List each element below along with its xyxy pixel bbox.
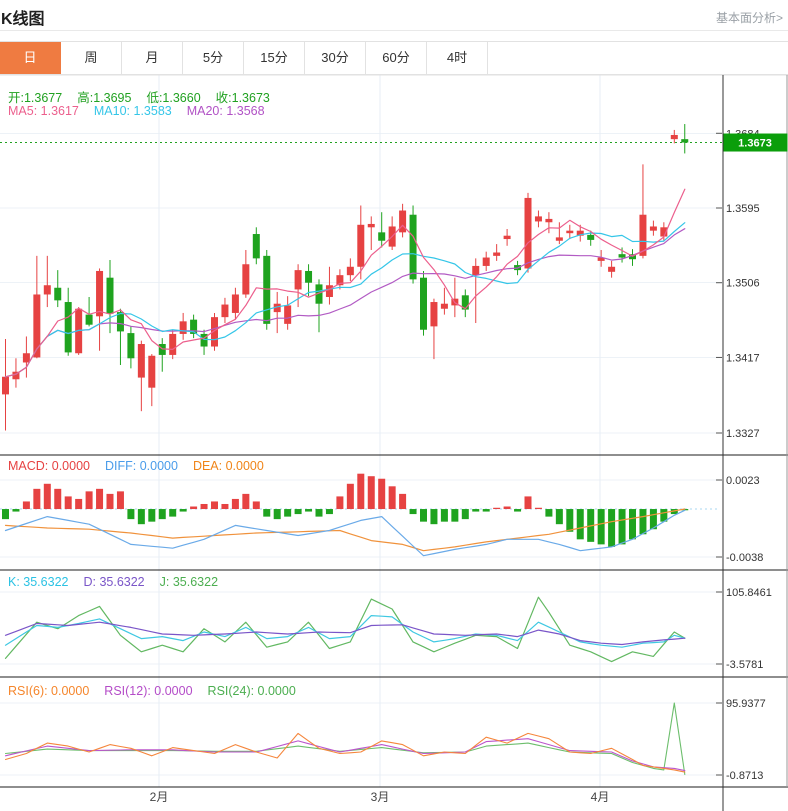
rsi-readout-item: RSI(12): 0.0000 — [104, 684, 193, 698]
svg-text:105.8461: 105.8461 — [726, 587, 772, 599]
macd-readout: MACD: 0.0000 DIFF: 0.0000 DEA: 0.0000 — [8, 459, 264, 473]
kdj-readout-item: D: 35.6322 — [83, 575, 145, 589]
tab-daily[interactable]: 日 — [0, 42, 61, 74]
ma-readout: MA5: 1.3617 MA10: 1.3583 MA20: 1.3568 — [8, 104, 265, 118]
tab-15min[interactable]: 15分 — [244, 42, 305, 74]
tab-5min[interactable]: 5分 — [183, 42, 244, 74]
svg-text:1.3327: 1.3327 — [726, 428, 760, 440]
tab-30min[interactable]: 30分 — [305, 42, 366, 74]
rsi-readout-item: RSI(6): 0.0000 — [8, 684, 90, 698]
tab-4hour[interactable]: 4时 — [427, 42, 488, 74]
macd-readout-item: MACD: 0.0000 — [8, 459, 90, 473]
ma-readout-item: MA20: 1.3568 — [186, 104, 265, 118]
svg-text:3月: 3月 — [371, 790, 390, 804]
last-price-badge: 1.3673 — [723, 133, 788, 152]
svg-text:-0.0038: -0.0038 — [726, 552, 763, 564]
kdj-readout-item: K: 35.6322 — [8, 575, 69, 589]
tab-60min[interactable]: 60分 — [366, 42, 427, 74]
tab-weekly[interactable]: 周 — [61, 42, 122, 74]
macd-histogram — [2, 473, 689, 547]
rsi-lines — [4, 702, 686, 775]
svg-text:-3.5781: -3.5781 — [726, 659, 763, 671]
svg-text:1.3595: 1.3595 — [726, 203, 760, 215]
macd-readout-item: DIFF: 0.0000 — [104, 459, 178, 473]
svg-text:95.9377: 95.9377 — [726, 698, 766, 710]
tab-bar: 日周月 5分 15分 30分 60分 4时 — [0, 41, 788, 75]
macd-readout-item: DEA: 0.0000 — [192, 459, 264, 473]
ma-readout-item: MA5: 1.3617 — [8, 104, 79, 118]
rsi-readout-item: RSI(24): 0.0000 — [207, 684, 296, 698]
svg-text:0.0023: 0.0023 — [726, 475, 760, 487]
fundamental-analysis-link[interactable]: 基本面分析> — [716, 9, 783, 26]
svg-text:1.3673: 1.3673 — [738, 138, 772, 150]
x-axis-months: 2月 3月 4月 — [150, 790, 610, 804]
candlesticks — [2, 124, 689, 431]
page-title: K线图 — [1, 11, 45, 28]
kdj-readout-item: J: 35.6322 — [159, 575, 219, 589]
svg-text:1.3417: 1.3417 — [726, 352, 760, 364]
ma-readout-item: MA10: 1.3583 — [93, 104, 172, 118]
svg-text:4月: 4月 — [591, 790, 610, 804]
svg-text:1.3506: 1.3506 — [726, 278, 760, 290]
kdj-readout: K: 35.6322 D: 35.6322 J: 35.6322 — [8, 575, 218, 589]
header-divider — [0, 30, 788, 31]
panel-dividers — [0, 74, 788, 811]
tab-monthly[interactable]: 月 — [122, 42, 183, 74]
rsi-readout: RSI(6): 0.0000 RSI(12): 0.0000 RSI(24): 0.… — [8, 684, 296, 698]
gridlines — [0, 75, 723, 787]
svg-text:-0.8713: -0.8713 — [726, 770, 763, 782]
kdj-lines — [4, 596, 686, 663]
svg-text:2月: 2月 — [150, 790, 169, 804]
